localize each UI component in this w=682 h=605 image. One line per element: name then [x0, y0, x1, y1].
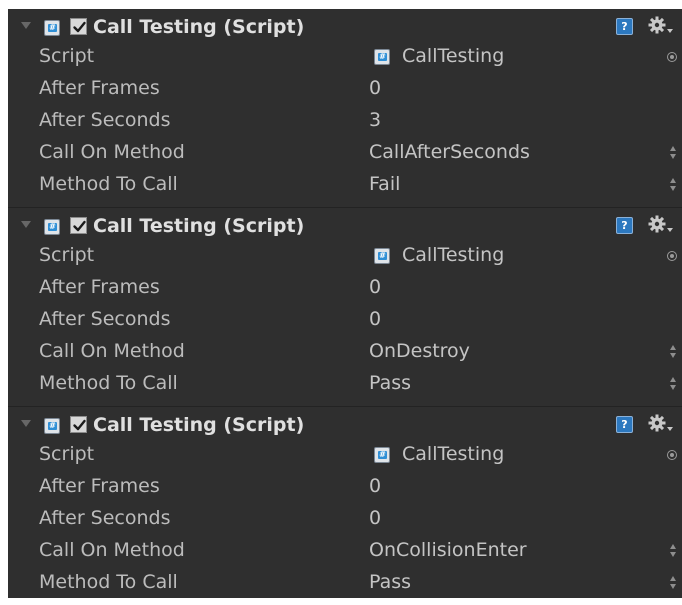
after-frames-field[interactable]: 0: [369, 474, 381, 498]
after-frames-label: After Frames: [39, 475, 160, 497]
call-on-method-label: Call On Method: [39, 141, 185, 163]
after-frames-field[interactable]: 0: [369, 76, 381, 100]
dropdown-arrows-icon[interactable]: [670, 377, 676, 391]
after-seconds-row: After Seconds 0: [8, 304, 682, 336]
after-seconds-row: After Seconds 3: [8, 105, 682, 137]
gear-icon[interactable]: [648, 215, 674, 235]
method-to-call-row: Method To Call Pass: [8, 567, 682, 599]
call-on-method-dropdown[interactable]: CallAfterSeconds: [369, 140, 530, 164]
help-icon[interactable]: ?: [616, 217, 633, 234]
after-frames-label: After Frames: [39, 276, 160, 298]
dropdown-arrows-icon[interactable]: [670, 576, 676, 590]
csharp-script-icon: #: [44, 20, 60, 36]
csharp-script-icon: #: [44, 219, 60, 235]
object-picker-icon[interactable]: [667, 52, 677, 62]
after-seconds-row: After Seconds 0: [8, 503, 682, 535]
after-seconds-field[interactable]: 0: [369, 307, 381, 331]
component-enabled-checkbox[interactable]: [70, 416, 87, 433]
after-frames-row: After Frames 0: [8, 471, 682, 503]
after-frames-label: After Frames: [39, 77, 160, 99]
call-on-method-label: Call On Method: [39, 340, 185, 362]
component-header[interactable]: # Call Testing (Script) ?: [8, 208, 682, 240]
script-label: Script: [39, 45, 95, 67]
component-header[interactable]: # Call Testing (Script) ?: [8, 9, 682, 41]
call-on-method-dropdown[interactable]: OnDestroy: [369, 339, 470, 363]
component-enabled-checkbox[interactable]: [70, 217, 87, 234]
component-title: Call Testing (Script): [93, 16, 305, 38]
script-object-field[interactable]: CallTesting: [402, 243, 504, 267]
call-testing-component-2: # Call Testing (Script) ? Script # CallT…: [8, 207, 682, 406]
call-on-method-label: Call On Method: [39, 539, 185, 561]
call-on-method-row: Call On Method OnCollisionEnter: [8, 535, 682, 567]
method-to-call-label: Method To Call: [39, 372, 178, 394]
foldout-arrow-icon[interactable]: [21, 22, 31, 29]
csharp-script-icon: #: [44, 418, 60, 434]
help-icon[interactable]: ?: [616, 416, 633, 433]
after-seconds-field[interactable]: 0: [369, 506, 381, 530]
component-title: Call Testing (Script): [93, 414, 305, 436]
method-to-call-label: Method To Call: [39, 571, 178, 593]
script-field-row: Script # CallTesting: [8, 41, 682, 73]
script-field-row: Script # CallTesting: [8, 240, 682, 272]
component-enabled-checkbox[interactable]: [70, 18, 87, 35]
call-on-method-row: Call On Method CallAfterSeconds: [8, 137, 682, 169]
after-frames-row: After Frames 0: [8, 272, 682, 304]
after-seconds-label: After Seconds: [39, 507, 171, 529]
after-frames-field[interactable]: 0: [369, 275, 381, 299]
dropdown-arrows-icon[interactable]: [670, 345, 676, 359]
method-to-call-label: Method To Call: [39, 173, 178, 195]
gear-icon[interactable]: [648, 16, 674, 36]
help-icon[interactable]: ?: [616, 18, 633, 35]
inspector-panel: # Call Testing (Script) ? Script # CallT…: [8, 9, 682, 598]
csharp-script-icon: #: [374, 49, 390, 65]
csharp-script-icon: #: [374, 447, 390, 463]
script-object-field[interactable]: CallTesting: [402, 442, 504, 466]
dropdown-arrows-icon[interactable]: [670, 544, 676, 558]
after-frames-row: After Frames 0: [8, 73, 682, 105]
script-field-row: Script # CallTesting: [8, 439, 682, 471]
foldout-arrow-icon[interactable]: [21, 221, 31, 228]
dropdown-arrows-icon[interactable]: [670, 178, 676, 192]
after-seconds-label: After Seconds: [39, 308, 171, 330]
method-to-call-row: Method To Call Fail: [8, 169, 682, 201]
after-seconds-field[interactable]: 3: [369, 108, 381, 132]
script-label: Script: [39, 244, 95, 266]
object-picker-icon[interactable]: [667, 251, 677, 261]
foldout-arrow-icon[interactable]: [21, 420, 31, 427]
gear-icon[interactable]: [648, 414, 674, 434]
script-label: Script: [39, 443, 95, 465]
component-header[interactable]: # Call Testing (Script) ?: [8, 407, 682, 439]
method-to-call-dropdown[interactable]: Pass: [369, 570, 411, 594]
script-object-field[interactable]: CallTesting: [402, 44, 504, 68]
dropdown-arrows-icon[interactable]: [670, 146, 676, 160]
method-to-call-dropdown[interactable]: Fail: [369, 172, 400, 196]
call-testing-component-1: # Call Testing (Script) ? Script # CallT…: [8, 9, 682, 207]
after-seconds-label: After Seconds: [39, 109, 171, 131]
method-to-call-dropdown[interactable]: Pass: [369, 371, 411, 395]
component-title: Call Testing (Script): [93, 215, 305, 237]
method-to-call-row: Method To Call Pass: [8, 368, 682, 400]
call-on-method-row: Call On Method OnDestroy: [8, 336, 682, 368]
object-picker-icon[interactable]: [667, 450, 677, 460]
csharp-script-icon: #: [374, 248, 390, 264]
call-on-method-dropdown[interactable]: OnCollisionEnter: [369, 538, 527, 562]
call-testing-component-3: # Call Testing (Script) ? Script # CallT…: [8, 406, 682, 605]
